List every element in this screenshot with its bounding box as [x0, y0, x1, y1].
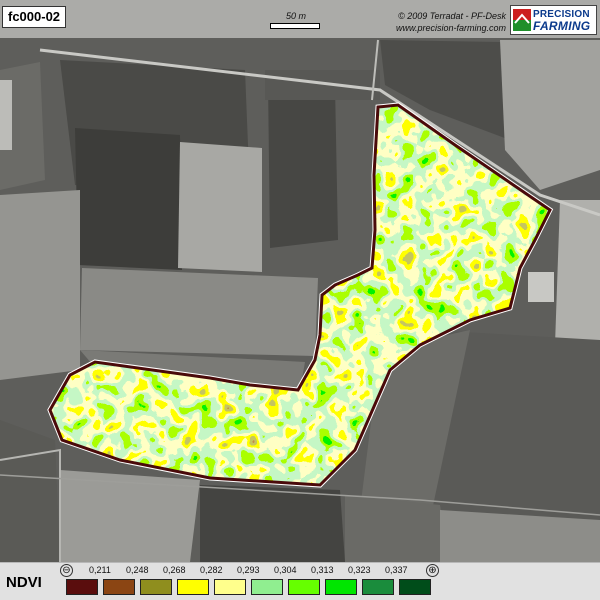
copyright-block: © 2009 Terradat - PF-Desk www.precision-…: [396, 10, 506, 34]
logo-icon: [513, 9, 531, 31]
legend-swatch: [399, 579, 431, 595]
legend-break-label: 0,323: [348, 565, 371, 575]
legend-break-label: 0,211: [89, 565, 111, 575]
legend-break-label: 0,293: [237, 565, 260, 575]
precision-farming-logo: PRECISION FARMING: [510, 5, 597, 35]
legend-swatch: [177, 579, 209, 595]
legend-low-icon: ⊖: [60, 564, 73, 577]
copyright-line: © 2009 Terradat - PF-Desk: [398, 11, 506, 21]
legend-high-icon: ⊕: [426, 564, 439, 577]
scale-label: 50 m: [285, 11, 306, 21]
legend-break-label: 0,304: [274, 565, 297, 575]
map-id-label: fc000-02: [2, 6, 67, 28]
legend-swatch: [288, 579, 320, 595]
logo-line-bottom: FARMING: [533, 19, 591, 33]
map-viewer: fc000-02 50 m © 2009 Terradat - PF-Desk …: [0, 0, 600, 600]
legend-swatch: [362, 579, 394, 595]
legend-swatch: [251, 579, 283, 595]
legend-break-label: 0,268: [163, 565, 186, 575]
ndvi-legend: NDVI ⊖ 0,211 0,248 0,268 0,282 0,293 0,304 0,31…: [0, 562, 600, 600]
legend-break-label: 0,313: [311, 565, 334, 575]
legend-break-label: 0,282: [200, 565, 223, 575]
legend-swatch: [214, 579, 246, 595]
legend-swatch: [140, 579, 172, 595]
ndvi-field-map[interactable]: [0, 0, 600, 562]
scale-bar: [270, 23, 320, 29]
legend-break-label: 0,248: [126, 565, 149, 575]
legend-swatch: [325, 579, 357, 595]
legend-break-label: 0,337: [385, 565, 408, 575]
website-line[interactable]: www.precision-farming.com: [396, 22, 506, 34]
legend-swatch: [103, 579, 135, 595]
legend-title: NDVI: [6, 574, 42, 591]
legend-swatch: [66, 579, 98, 595]
